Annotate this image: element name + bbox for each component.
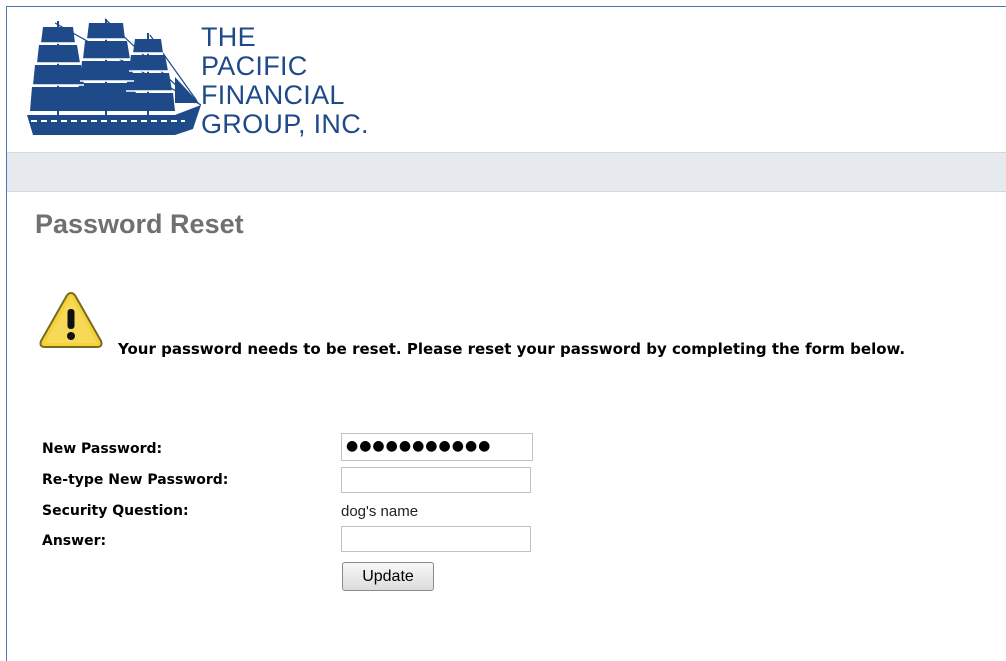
company-logo-text: THE PACIFIC FINANCIAL GROUP, INC. [201,23,369,139]
logo-line: FINANCIAL [201,80,345,110]
update-button[interactable]: Update [342,562,434,591]
new-password-label: New Password: [42,441,163,457]
answer-label: Answer: [42,533,107,549]
new-password-field[interactable]: ●●●●●●●●●●● [341,433,533,461]
logo-line: THE [201,22,256,52]
answer-field[interactable] [341,526,531,552]
logo-line: PACIFIC [201,51,308,81]
logo-line: GROUP, INC. [201,109,369,139]
retype-password-label: Re-type New Password: [42,472,229,488]
page-title: Password Reset [35,209,244,239]
sailing-ship-logo-icon [27,18,201,135]
nav-bar [7,152,1006,192]
warning-triangle-icon [39,291,103,348]
reset-required-message: Your password needs to be reset. Please … [118,340,906,358]
security-question-label: Security Question: [42,503,189,519]
security-question-value: dog's name [341,503,419,520]
page-frame: THE PACIFIC FINANCIAL GROUP, INC. Passwo… [6,6,1006,661]
retype-password-field[interactable] [341,467,531,493]
site-header: THE PACIFIC FINANCIAL GROUP, INC. [7,7,1006,152]
